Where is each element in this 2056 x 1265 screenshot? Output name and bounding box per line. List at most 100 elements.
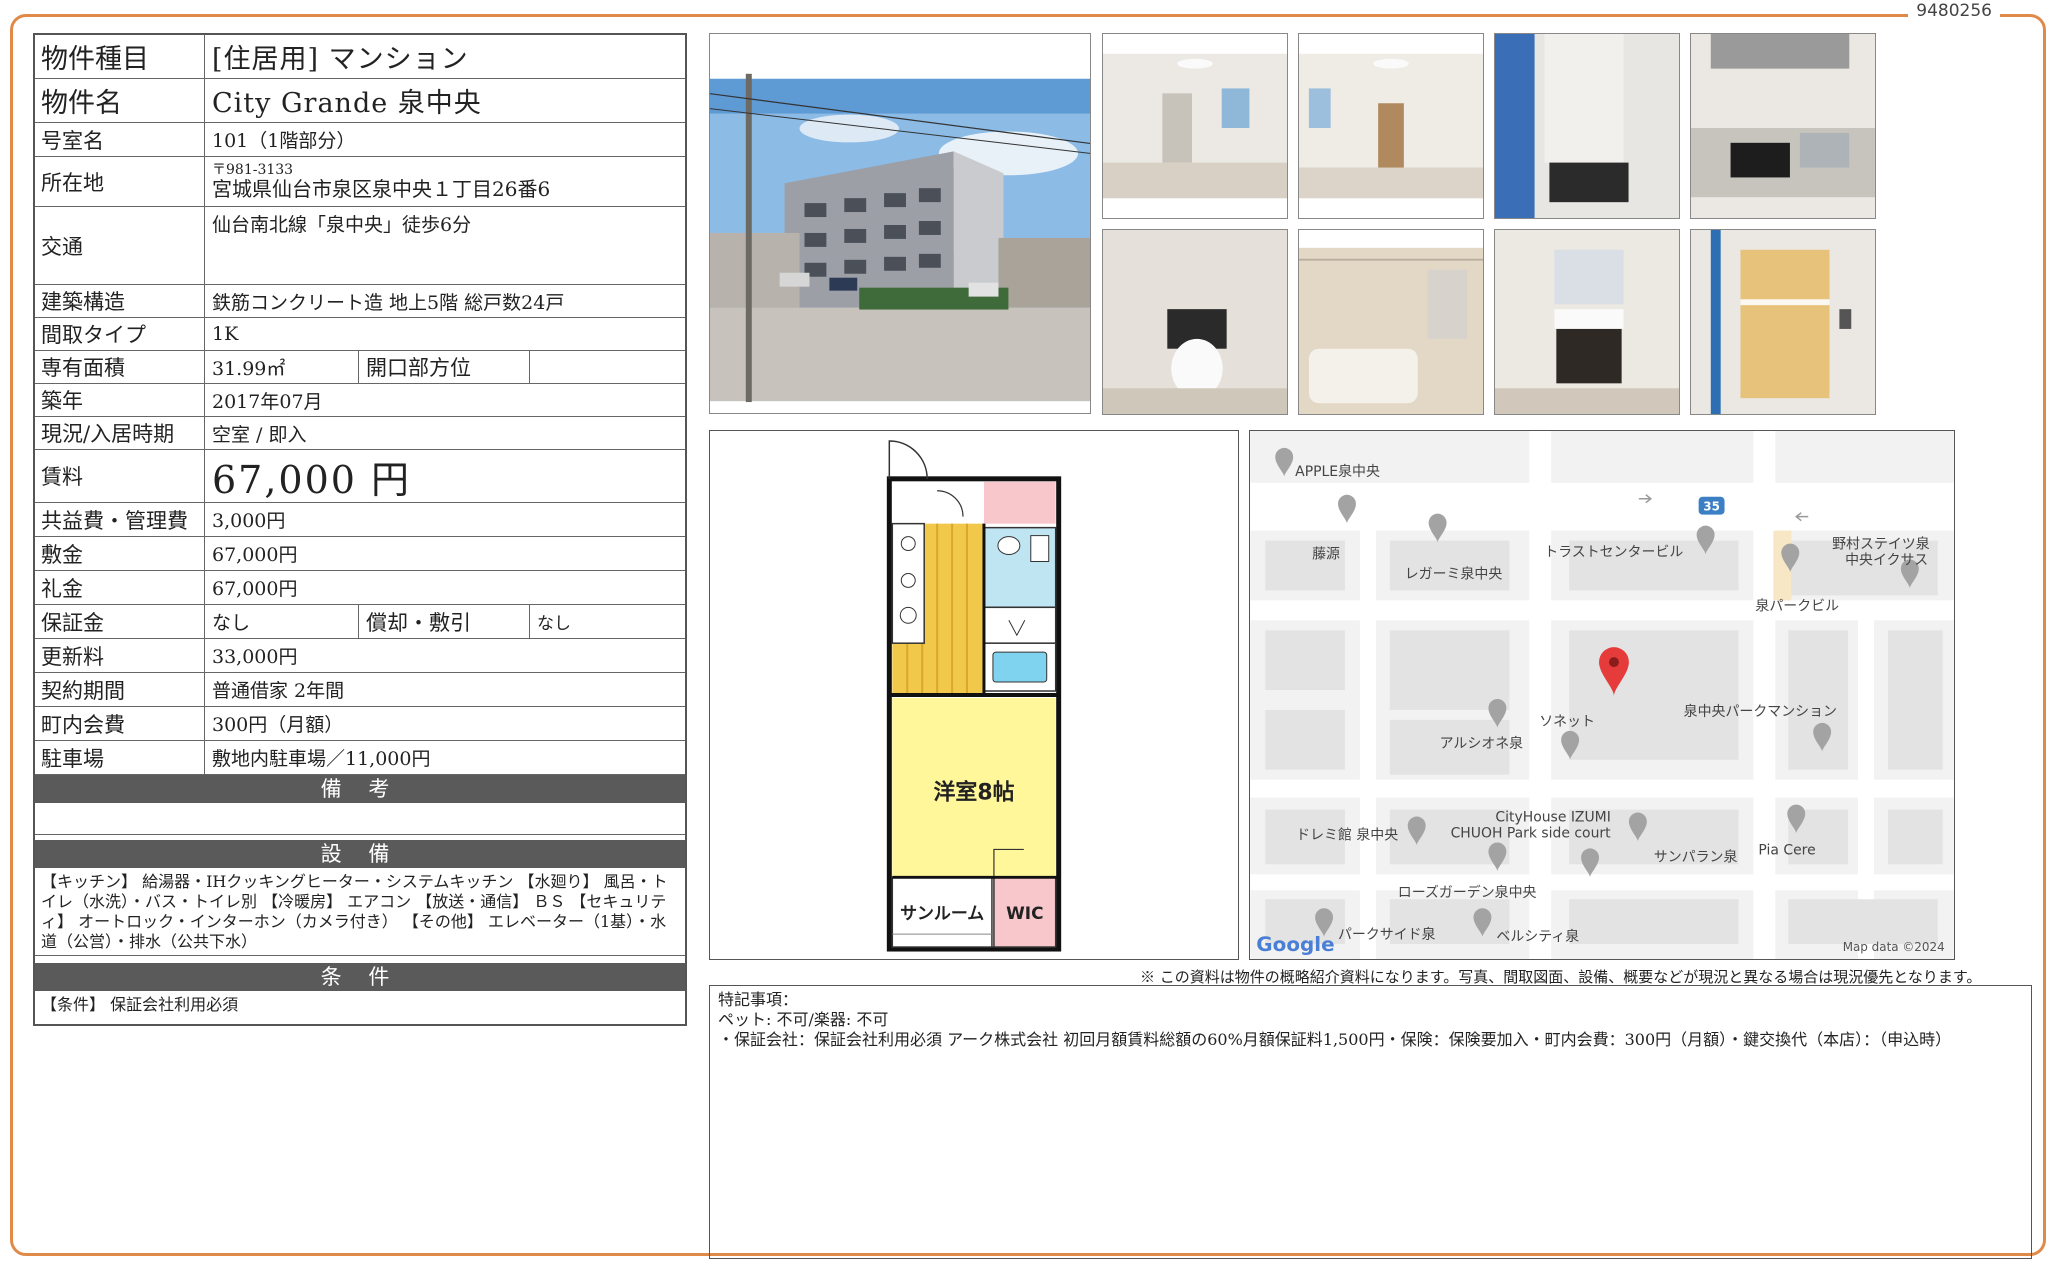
- row-room: 号室名 101（1階部分）: [35, 123, 685, 157]
- floor-plan-room-label: 洋室8帖: [934, 780, 1015, 806]
- address-label: 所在地: [35, 157, 205, 206]
- special-notes-box: 特記事項： ペット: 不可/楽器: 不可 ・保証会社：保証会社利用必須 アーク株…: [709, 985, 2032, 1259]
- floor-plan-wic-label: WIC: [1006, 903, 1043, 923]
- map-label-6: 泉パークビル: [1755, 597, 1839, 614]
- disclaimer-note: ※ この資料は物件の概略紹介資料になります。写真、間取図面、設備、概要などが現況…: [1140, 968, 1982, 986]
- map-label-2: レガーミ泉中央: [1405, 565, 1503, 582]
- traffic-label: 交通: [35, 207, 205, 284]
- rent-label: 賃料: [35, 450, 205, 502]
- google-logo: Google: [1256, 933, 1334, 956]
- built-label: 築年: [35, 384, 205, 416]
- parking-value: 敷地内駐車場／11,000円: [212, 748, 431, 770]
- row-structure: 建築構造 鉄筋コンクリート造 地上5階 総戸数24戸: [35, 285, 685, 318]
- area-label: 専有面積: [35, 351, 205, 383]
- row-renewal: 更新料 33,000円: [35, 639, 685, 673]
- remarks-header: 備 考: [35, 775, 685, 803]
- area-value: 31.99㎡: [206, 351, 359, 383]
- key-money-label: 礼金: [35, 571, 205, 604]
- row-contract: 契約期間 普通借家 2年間: [35, 673, 685, 707]
- map-label-3: トラストセンタービル: [1544, 545, 1683, 561]
- address-value: 〒981-3133 宮城県仙台市泉区泉中央１丁目26番6: [206, 157, 685, 206]
- equipment-text: 【キッチン】 給湯器・IHクッキングヒーター・システムキッチン 【水廻り】 風呂…: [35, 868, 685, 956]
- row-status: 現況/入居時期 空室 / 即入: [35, 417, 685, 450]
- row-town-fee: 町内会費 300円（月額）: [35, 707, 685, 741]
- map-label-8: アルシオネ泉: [1440, 735, 1524, 752]
- floor-plan: 洋室8帖 サンルーム WIC: [709, 430, 1239, 960]
- built-value: 2017年07月: [212, 390, 323, 413]
- toilet-photo: [1102, 229, 1288, 415]
- town-fee-label: 町内会費: [35, 707, 205, 740]
- row-management-fee: 共益費・管理費 3,000円: [35, 503, 685, 537]
- location-map: 35 APPLE泉中央 藤源 レガーミ泉中央 トラストセンタービル 野村ステイツ…: [1249, 430, 1955, 960]
- postal-code: 〒981-3133: [212, 161, 294, 178]
- map-label-13: サンパラン泉: [1654, 848, 1738, 865]
- row-address: 所在地 〒981-3133 宮城県仙台市泉区泉中央１丁目26番6: [35, 157, 685, 207]
- guarantee-value: なし: [206, 605, 359, 638]
- deposit-label: 敷金: [35, 537, 205, 570]
- special-notes-title: 特記事項：: [718, 990, 799, 1009]
- map-label-1: 藤源: [1312, 547, 1340, 563]
- room-photo-1: [1102, 33, 1288, 219]
- conditions-header: 条 件: [35, 963, 685, 991]
- road-number-label: 35: [1703, 500, 1720, 514]
- map-label-11: CHUOH Park side court: [1451, 825, 1612, 841]
- exterior-photo: [709, 33, 1091, 414]
- layout-type-value: 1K: [212, 323, 239, 345]
- row-rent: 賃料 67,000 円: [35, 450, 685, 503]
- room-label: 号室名: [35, 123, 205, 156]
- map-label-16: パークサイド泉: [1338, 926, 1436, 943]
- map-label-15: ローズガーデン泉中央: [1398, 884, 1537, 901]
- map-data-attribution: Map data ©2024: [1843, 940, 1945, 954]
- map-label-14: Pia Cere: [1758, 842, 1815, 858]
- row-guarantee: 保証金 なし 償却・敷引 なし: [35, 605, 685, 639]
- map-label-0: APPLE泉中央: [1295, 463, 1380, 480]
- map-label-9: 泉中央パークマンション: [1684, 703, 1837, 720]
- property-name-label: 物件名: [35, 79, 205, 122]
- bath-photo: [1298, 229, 1484, 415]
- parking-label: 駐車場: [35, 741, 205, 774]
- property-spec-table: 物件種目 [住居用] マンション 物件名 City Grande 泉中央 号室名…: [33, 33, 687, 1026]
- document-id: 9480256: [1908, 1, 2000, 21]
- property-type-label: 物件種目: [35, 35, 205, 78]
- equipment-header: 設 備: [35, 840, 685, 868]
- row-layout-type: 間取タイプ 1K: [35, 318, 685, 351]
- structure-label: 建築構造: [35, 285, 205, 317]
- room-photo-2: [1298, 33, 1484, 219]
- row-property-type: 物件種目 [住居用] マンション: [35, 35, 685, 79]
- rent-value: 67,000 円: [212, 457, 412, 502]
- map-label-12: ドレミ館 泉中央: [1296, 826, 1398, 843]
- fee-label: 共益費・管理費: [35, 503, 205, 536]
- row-built-year: 築年 2017年07月: [35, 384, 685, 417]
- fee-value: 3,000円: [212, 510, 286, 532]
- map-label-7: ソネット: [1539, 714, 1595, 730]
- key-money-value: 67,000円: [212, 578, 298, 600]
- address-text: 宮城県仙台市泉区泉中央１丁目26番6: [212, 177, 551, 202]
- guarantee-label: 保証金: [35, 605, 205, 638]
- status-value: 空室 / 即入: [212, 423, 307, 446]
- kitchen-photo: [1690, 33, 1876, 219]
- remarks-text: [35, 803, 685, 835]
- entrance-photo: [1494, 33, 1680, 219]
- property-name-value: City Grande 泉中央: [212, 88, 482, 119]
- renewal-label: 更新料: [35, 639, 205, 672]
- closet-photo: [1690, 229, 1876, 415]
- traffic-value: 仙台南北線「泉中央」徒歩6分: [212, 214, 472, 236]
- status-label: 現況/入居時期: [35, 417, 205, 449]
- special-notes-line-2: ・保証会社：保証会社利用必須 アーク株式会社 初回月額賃料総額の60%月額保証料…: [718, 1030, 1952, 1049]
- contract-label: 契約期間: [35, 673, 205, 706]
- row-area: 専有面積 31.99㎡ 開口部方位: [35, 351, 685, 384]
- map-label-17: ベルシティ泉: [1496, 928, 1579, 945]
- special-notes-line-1: ペット: 不可/楽器: 不可: [718, 1010, 889, 1029]
- deposit-value: 67,000円: [212, 544, 298, 566]
- layout-type-label: 間取タイプ: [35, 318, 205, 350]
- row-parking: 駐車場 敷地内駐車場／11,000円: [35, 741, 685, 775]
- town-fee-value: 300円（月額）: [212, 714, 344, 736]
- direction-value: [531, 351, 685, 383]
- row-property-name: 物件名 City Grande 泉中央: [35, 79, 685, 123]
- room-value: 101（1階部分）: [212, 130, 356, 152]
- contract-value: 普通借家 2年間: [212, 680, 345, 702]
- row-deposit: 敷金 67,000円: [35, 537, 685, 571]
- map-label-10: CityHouse IZUMI: [1495, 810, 1610, 826]
- direction-label: 開口部方位: [360, 351, 530, 383]
- row-traffic: 交通 仙台南北線「泉中央」徒歩6分: [35, 207, 685, 285]
